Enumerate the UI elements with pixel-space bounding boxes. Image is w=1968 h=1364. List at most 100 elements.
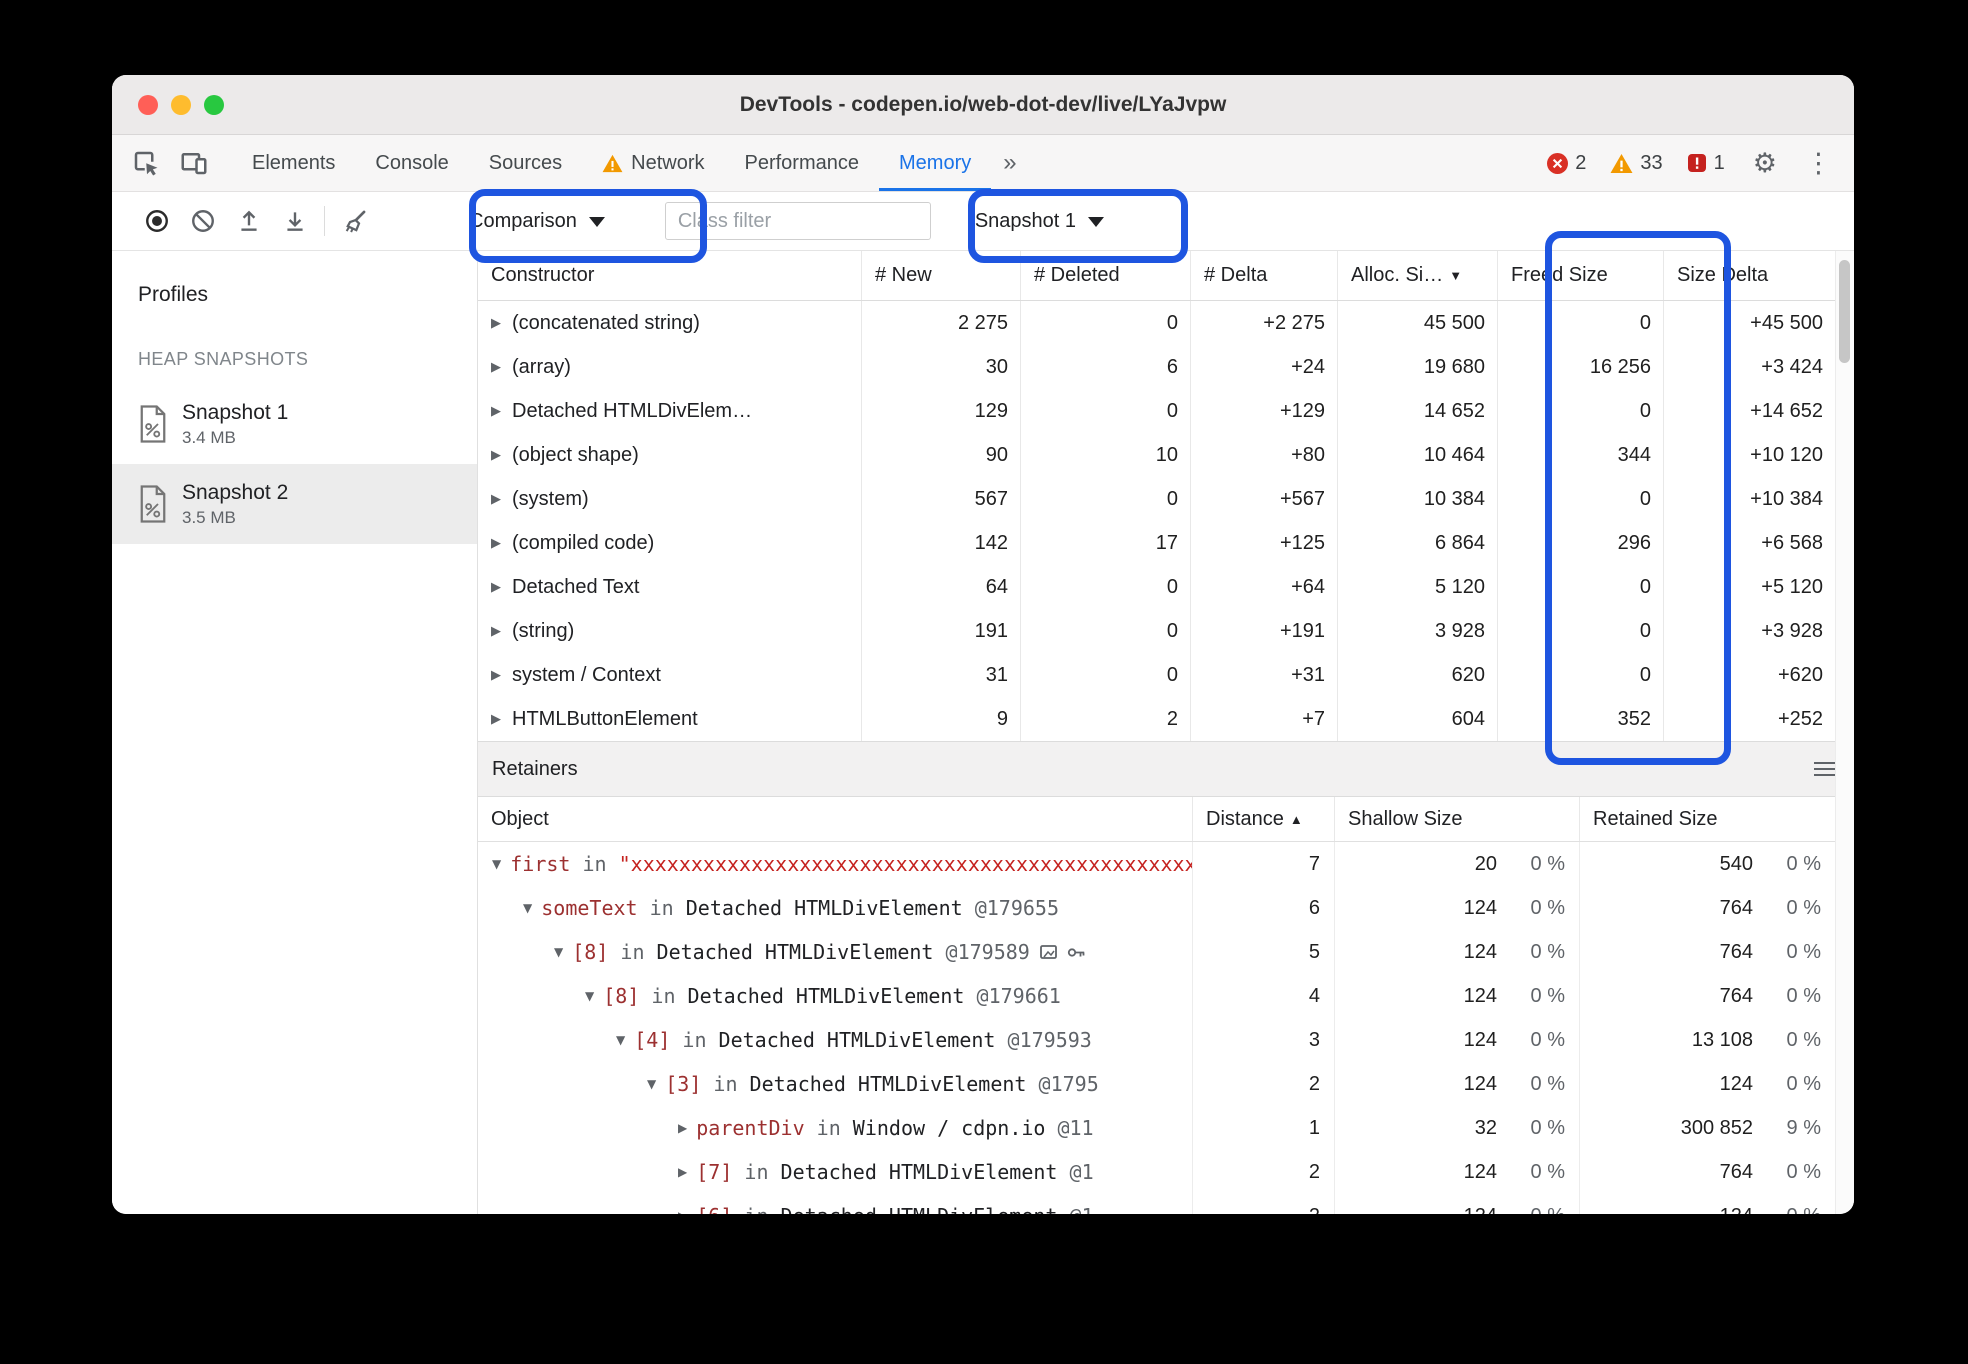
error-status[interactable]: 2 [1547,152,1586,175]
heap-column-header[interactable]: # Delta [1191,251,1338,300]
distance-cell: 5 [1193,930,1335,974]
retainers-heading: Retainers [492,757,578,780]
tab-label: Memory [899,151,972,174]
tab-console[interactable]: Console [355,135,468,191]
heap-row[interactable]: ▶ (array) 30 6 +24 19 680 16 256 +3 424 [478,345,1836,389]
cell-size-delta: +6 568 [1664,521,1836,565]
retainer-row[interactable]: ▼ [8] in Detached HTMLDivElement @179661 4… [478,974,1836,1018]
retainer-row[interactable]: ▶[6] in Detached HTMLDivElement @121240 … [478,1194,1836,1214]
scrollbar[interactable] [1835,251,1854,1214]
profiles-heading: Profiles [138,283,209,306]
shallow-percent: 0 % [1530,852,1565,875]
zoom-button[interactable] [204,94,224,115]
retainer-row[interactable]: ▼ [4] in Detached HTMLDivElement @179593 3… [478,1018,1836,1062]
warning-status[interactable]: 33 [1610,152,1663,175]
key-icon[interactable] [1067,944,1086,961]
heap-row[interactable]: ▶ (system) 567 0 +567 10 384 0 +10 384 [478,477,1836,521]
expand-icon[interactable]: ▶ [678,1121,687,1135]
heap-row[interactable]: ▶ Detached HTMLDivElem… 129 0 +129 14 652 0 +14… [478,389,1836,433]
retainer-row[interactable]: ▼ [3] in Detached HTMLDivElement @1795 2 12… [478,1062,1836,1106]
tab-sources[interactable]: Sources [469,135,582,191]
minimize-button[interactable] [171,94,191,115]
expand-icon[interactable]: ▶ [678,1209,687,1214]
expand-icon[interactable]: ▶ [491,492,501,507]
snapshot-item[interactable]: Snapshot 1 3.4 MB [112,384,477,464]
class-filter-input[interactable] [664,202,931,240]
expand-icon[interactable]: ▶ [491,360,501,375]
expand-icon[interactable]: ▶ [491,580,501,595]
collapse-icon[interactable]: ▼ [523,901,532,915]
heap-row[interactable]: ▶ HTMLButtonElement 9 2 +7 604 352 +252 [478,697,1836,741]
devtools-tab-bar: Elements Console Sources Network Performance… [112,135,1854,192]
heap-row[interactable]: ▶ (concatenated string) 2 275 0 +2 275 45 500… [478,301,1836,345]
expand-icon[interactable]: ▶ [491,404,501,419]
retainer-row[interactable]: ▶ [7] in Detached HTMLDivElement @1 2 124 0 … [478,1150,1836,1194]
heap-row[interactable]: ▶ (compiled code) 142 17 +125 6 864 296 +6 568 [478,521,1836,565]
clear-profiles-button[interactable] [180,198,226,244]
cell-delta: +191 [1191,609,1338,653]
retainers-column-header[interactable]: Distance ▲ [1193,797,1335,841]
expand-icon[interactable]: ▶ [491,712,501,727]
base-snapshot-select[interactable]: Snapshot 1 [967,199,1112,243]
expand-icon[interactable]: ▶ [491,448,501,463]
collapse-icon[interactable]: ▼ [554,945,563,959]
cell-delta: +64 [1191,565,1338,609]
cell-delta: +7 [1191,697,1338,741]
retainers-column-header[interactable]: Object [478,797,1193,841]
load-profile-button[interactable] [226,198,272,244]
heap-column-header[interactable]: Constructor [478,251,862,300]
expand-icon[interactable]: ▶ [491,668,501,683]
collapse-icon[interactable]: ▼ [585,989,594,1003]
heap-column-header[interactable]: Size Delta [1664,251,1836,300]
reveal-icon[interactable] [1039,944,1061,961]
snapshot-item[interactable]: Snapshot 2 3.5 MB [112,464,477,544]
heap-column-header[interactable]: # Deleted [1021,251,1191,300]
tab-network[interactable]: Network [582,135,724,191]
collapse-icon[interactable]: ▼ [492,857,501,871]
save-profile-button[interactable] [272,198,318,244]
kebab-menu-button[interactable]: ⋮ [1805,149,1832,177]
heap-row[interactable]: ▶ (object shape) 90 10 +80 10 464 344 +10 120 [478,433,1836,477]
inspect-element-button[interactable] [122,135,170,191]
expand-icon[interactable]: ▶ [491,624,501,639]
heap-column-header[interactable]: Freed Size [1498,251,1664,300]
expand-icon[interactable]: ▶ [491,536,501,551]
tab-label: Console [375,151,449,174]
settings-button[interactable]: ⚙ [1753,149,1777,177]
heap-row[interactable]: ▶ Detached Text 64 0 +64 5 120 0 +5 120 [478,565,1836,609]
heap-column-header[interactable]: # New [862,251,1021,300]
clear-all-button[interactable] [331,198,377,244]
record-heap-snapshot-button[interactable] [134,198,180,244]
cell-delta: +125 [1191,521,1338,565]
retainers-column-header[interactable]: Retained Size [1580,797,1836,841]
collapse-icon[interactable]: ▼ [647,1077,656,1091]
retained-size-cell: 764 0 % [1580,886,1836,930]
retainer-object-cell: ▶ parentDiv in Window / cdpn.io @11 [478,1106,1193,1150]
issues-status[interactable]: 1 [1687,152,1725,175]
retainer-row[interactable]: ▼ first in "xxxxxxxxxxxxxxxxxxxxxxxxxxxxx… [478,842,1836,886]
heap-row[interactable]: ▶ system / Context 31 0 +31 620 0 +620 [478,653,1836,697]
device-toolbar-button[interactable] [170,135,218,191]
constructor-cell: ▶ (string) [478,609,862,653]
tab-memory[interactable]: Memory [879,135,991,191]
heap-column-header[interactable]: Alloc. Si… ▼ [1338,251,1498,300]
heap-row[interactable]: ▶ (string) 191 0 +191 3 928 0 +3 928 [478,609,1836,653]
tab-elements[interactable]: Elements [232,135,355,191]
scrollbar-thumb[interactable] [1839,260,1850,363]
constructor-name: (object shape) [512,443,639,466]
close-button[interactable] [138,94,158,115]
perspective-select[interactable]: Comparison [461,199,613,243]
retainer-row[interactable]: ▼ [8] in Detached HTMLDivElement @179589 5… [478,930,1836,974]
expand-icon[interactable]: ▶ [491,316,501,331]
retained-percent: 0 % [1786,852,1821,875]
collapse-icon[interactable]: ▼ [616,1033,625,1047]
tab-performance[interactable]: Performance [725,135,880,191]
more-tabs-button[interactable]: » [991,135,1028,191]
retainer-row[interactable]: ▶ parentDiv in Window / cdpn.io @11 1 32 0 %… [478,1106,1836,1150]
expand-icon[interactable]: ▶ [678,1165,687,1179]
retainers-column-header[interactable]: Shallow Size [1335,797,1580,841]
retainer-target: Detached HTMLDivElement [656,940,934,964]
retainer-row[interactable]: ▼ someText in Detached HTMLDivElement @17… [478,886,1836,930]
retainers-table: Object Distance ▲ Shallow Size Retained Size… [478,797,1836,1214]
menu-icon[interactable] [1814,761,1836,777]
